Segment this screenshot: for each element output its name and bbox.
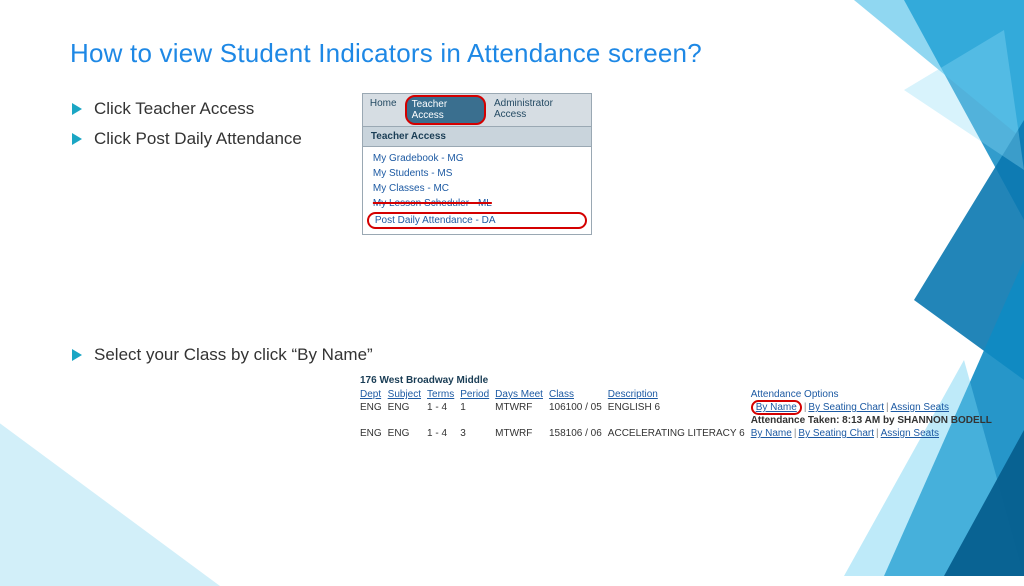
school-name: 176 West Broadway Middle <box>360 375 960 386</box>
table-row: ENG ENG 1 - 4 1 MTWRF 106100 / 05 ENGLIS… <box>360 401 998 414</box>
slide-title: How to view Student Indicators in Attend… <box>70 38 954 69</box>
cell-desc: ACCELERATING LITERACY 6 <box>608 427 751 440</box>
link-by-name[interactable]: By Name <box>751 428 792 439</box>
cell-subject: ENG <box>388 427 427 440</box>
menu-students[interactable]: My Students - MS <box>363 166 591 181</box>
cell-subject: ENG <box>388 401 427 414</box>
bullet-2: Click Post Daily Attendance <box>70 129 302 149</box>
cell-period: 3 <box>460 427 495 440</box>
menu-classes[interactable]: My Classes - MC <box>363 181 591 196</box>
cell-terms: 1 - 4 <box>427 401 460 414</box>
link-by-seating-chart[interactable]: By Seating Chart <box>808 402 884 413</box>
class-table: Dept Subject Terms Period Days Meet Clas… <box>360 388 998 440</box>
cell-class: 158106 / 06 <box>549 427 608 440</box>
bullet-1: Click Teacher Access <box>70 99 302 119</box>
col-period[interactable]: Period <box>460 388 495 401</box>
menu-post-daily-attendance[interactable]: Post Daily Attendance - DA <box>367 212 587 229</box>
table-row: ENG ENG 1 - 4 3 MTWRF 158106 / 06 ACCELE… <box>360 427 998 440</box>
link-assign-seats[interactable]: Assign Seats <box>881 428 939 439</box>
tab-bar: Home Teacher Access Administrator Access <box>363 94 591 127</box>
attendance-taken-note: Attendance Taken: 8:13 AM by SHANNON BOD… <box>751 414 998 427</box>
cell-dept: ENG <box>360 427 388 440</box>
teacher-access-menu: My Gradebook - MG My Students - MS My Cl… <box>363 147 591 234</box>
col-days[interactable]: Days Meet <box>495 388 549 401</box>
bullet-3: Select your Class by click “By Name” <box>70 345 954 365</box>
screenshot-teacher-access: Home Teacher Access Administrator Access… <box>362 93 592 235</box>
col-subject[interactable]: Subject <box>388 388 427 401</box>
col-desc[interactable]: Description <box>608 388 751 401</box>
table-row-taken: Attendance Taken: 8:13 AM by SHANNON BOD… <box>360 414 998 427</box>
menu-lesson-scheduler[interactable]: My Lesson Scheduler - ML <box>363 196 591 211</box>
bullet-list-2: Select your Class by click “By Name” <box>70 345 954 365</box>
cell-days: MTWRF <box>495 401 549 414</box>
link-by-seating-chart[interactable]: By Seating Chart <box>798 428 874 439</box>
link-assign-seats[interactable]: Assign Seats <box>891 402 949 413</box>
tab-teacher-access[interactable]: Teacher Access <box>405 95 486 125</box>
tab-admin-access[interactable]: Administrator Access <box>487 94 591 126</box>
cell-period: 1 <box>460 401 495 414</box>
link-by-name[interactable]: By Name <box>751 400 802 415</box>
cell-terms: 1 - 4 <box>427 427 460 440</box>
cell-options: By Name|By Seating Chart|Assign Seats <box>751 427 998 440</box>
col-class[interactable]: Class <box>549 388 608 401</box>
table-header-row: Dept Subject Terms Period Days Meet Clas… <box>360 388 998 401</box>
panel-heading: Teacher Access <box>363 127 591 147</box>
cell-desc: ENGLISH 6 <box>608 401 751 414</box>
bullet-list-1: Click Teacher Access Click Post Daily At… <box>70 99 302 159</box>
menu-gradebook[interactable]: My Gradebook - MG <box>363 151 591 166</box>
tab-home[interactable]: Home <box>363 94 404 126</box>
col-dept[interactable]: Dept <box>360 388 388 401</box>
cell-dept: ENG <box>360 401 388 414</box>
cell-options: By Name|By Seating Chart|Assign Seats <box>751 401 998 414</box>
screenshot-class-table: 176 West Broadway Middle Dept Subject Te… <box>360 375 960 440</box>
cell-days: MTWRF <box>495 427 549 440</box>
col-terms[interactable]: Terms <box>427 388 460 401</box>
cell-class: 106100 / 05 <box>549 401 608 414</box>
